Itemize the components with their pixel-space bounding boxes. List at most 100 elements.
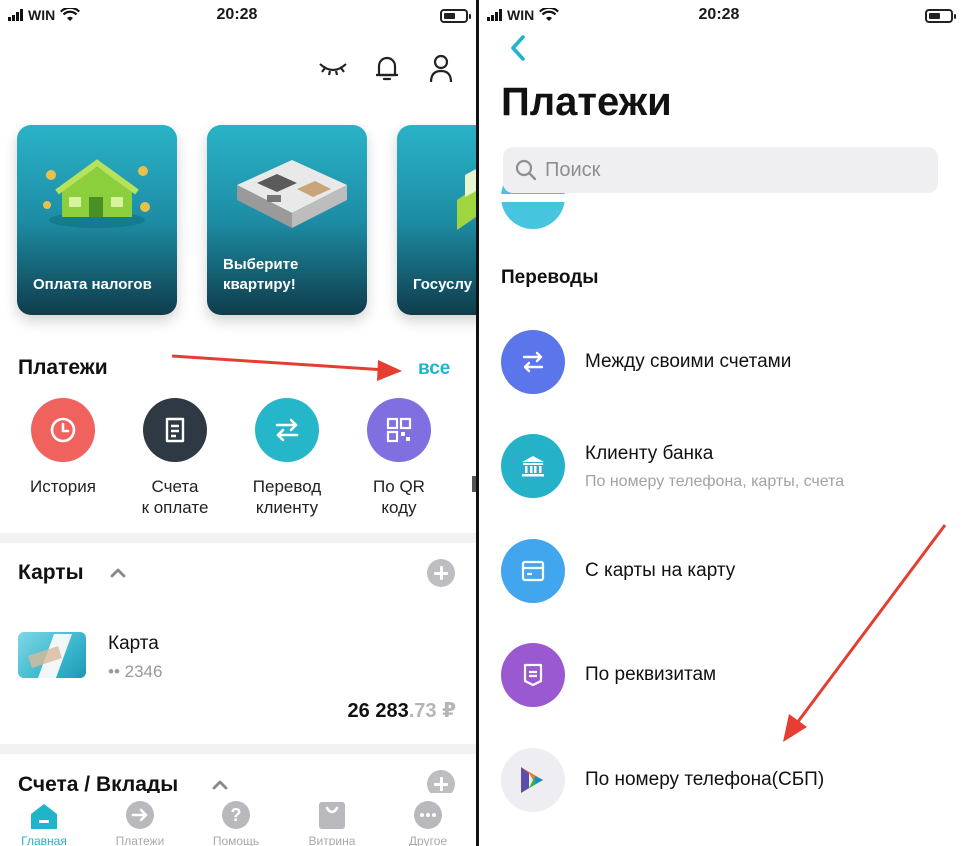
transfer-icon-circle [501,643,565,707]
tab-home[interactable]: Главная [4,799,84,846]
shopping-bag-icon [316,799,348,831]
chevron-up-icon[interactable] [110,567,126,579]
quick-action-label-line2: клиенту [255,498,319,517]
signal-carrier: WIN [8,7,81,23]
gosuslugi-illustration-icon [457,169,476,230]
tab-showcase[interactable]: Витрина [292,799,372,846]
receipt-icon [165,417,185,443]
tab-label: Витрина [308,834,356,846]
chevron-up-icon[interactable] [212,779,228,791]
transfer-bank-client[interactable]: Клиенту банка По номеру телефона, карты,… [501,434,951,498]
quick-action-history[interactable]: История [13,398,113,497]
carrier-name: WIN [28,7,56,23]
tab-label: Главная [21,834,67,846]
status-bar: WIN 20:28 [0,0,476,32]
quick-action-label: Счета [151,477,199,496]
transfer-card-to-card[interactable]: С карты на карту [501,539,951,603]
promo-card-apartment[interactable]: Выберите квартиру! [207,125,367,315]
document-icon [523,663,543,687]
tab-payments[interactable]: Платежи [100,799,180,846]
transfer-circle [255,398,319,462]
card-number: •• 2346 [108,662,163,681]
battery-icon [440,9,471,23]
transfer-icon-circle [501,748,565,812]
promo-label: Выберите квартиру! [223,256,299,293]
card-thumbnail[interactable] [18,632,86,678]
promo-label: Оплата налогов [33,276,152,293]
search-bar[interactable] [503,147,938,193]
card-name[interactable]: Карта [108,633,159,655]
tab-bar: Главная Платежи ? Помощь Витрина Другое [0,793,476,846]
apartment-illustration-icon [237,160,347,228]
transfer-icon-circle [501,539,565,603]
signal-carrier: WIN [487,7,560,23]
transfer-own-accounts[interactable]: Между своими счетами [501,330,951,394]
profile-icon[interactable] [426,52,456,84]
carrier-name: WIN [507,7,535,23]
section-separator [0,533,476,543]
balance-main: 26 283 [347,700,409,722]
payments-section-title: Платежи [18,356,108,379]
status-time: 20:28 [216,6,258,23]
home-icon [28,799,60,831]
header-actions [318,52,456,84]
add-card-button[interactable] [427,559,455,587]
quick-action-qr[interactable]: По QR коду [349,398,449,518]
quick-action-label-line2: коду [381,498,417,517]
scroll-mask [479,194,967,202]
quick-action-bills[interactable]: Счета к оплате [125,398,225,518]
quick-action-label: История [30,477,96,496]
bell-icon[interactable] [372,52,402,84]
transfer-by-phone-sbp[interactable]: По номеру телефона(СБП) [501,748,951,812]
section-separator [0,744,476,754]
card-art-icon [28,634,72,678]
payments-screen: WIN 20:28 Платежи Переводы Между своими … [479,0,967,846]
tab-help[interactable]: ? Помощь [196,799,276,846]
tab-label: Платежи [115,834,165,846]
clock-icon [50,417,76,443]
svg-text:?: ? [231,805,242,825]
tab-label: Помощь [212,834,260,846]
qr-circle [367,398,431,462]
bank-icon [522,456,544,477]
status-time: 20:28 [698,6,740,23]
search-icon [515,159,537,181]
promo-label: Госуслу [413,276,473,293]
promo-card-gosuslugi[interactable]: Госуслу [397,125,476,315]
back-chevron-icon[interactable] [509,34,527,62]
house-coins-illustration-icon [43,159,150,228]
cards-section-title: Карты [18,561,84,584]
bills-circle [143,398,207,462]
quick-action-label: Перевод [252,477,322,496]
signal-icon [487,9,502,21]
transfers-group-title: Переводы [501,267,599,288]
transfer-title: По номеру телефона(СБП) [585,769,825,790]
battery-icon [925,9,956,23]
page-title: Платежи [501,80,672,124]
question-circle-icon: ? [220,799,252,831]
card-balance: 26 283.73 ₽ [348,698,456,723]
arrow-right-circle-icon [124,799,156,831]
promo-card-taxes[interactable]: Оплата налогов [17,125,177,315]
payments-all-link[interactable]: все [418,358,450,380]
transfer-title: С карты на карту [585,560,736,581]
search-input[interactable] [545,158,925,182]
hide-balance-eye-icon[interactable] [318,52,348,84]
status-bar: WIN 20:28 [479,0,967,32]
sbp-logo-icon [521,767,543,793]
quick-action-label: По QR [373,477,425,496]
qr-code-icon [386,417,412,443]
history-circle [31,398,95,462]
balance-cents: .73 ₽ [408,700,456,722]
transfer-title: Между своими счетами [585,351,792,372]
signal-icon [8,9,23,21]
transfer-title: Клиенту банка [585,443,714,464]
wifi-icon [60,8,81,21]
quick-action-transfer-client[interactable]: Перевод клиенту [237,398,337,518]
transfer-icon-circle [501,434,565,498]
tab-other[interactable]: Другое [388,799,468,846]
tab-label: Другое [408,834,448,846]
transfer-subtitle: По номеру телефона, карты, счета [585,473,845,490]
transfer-by-requisites[interactable]: По реквизитам [501,643,951,707]
transfer-title: По реквизитам [585,664,717,685]
